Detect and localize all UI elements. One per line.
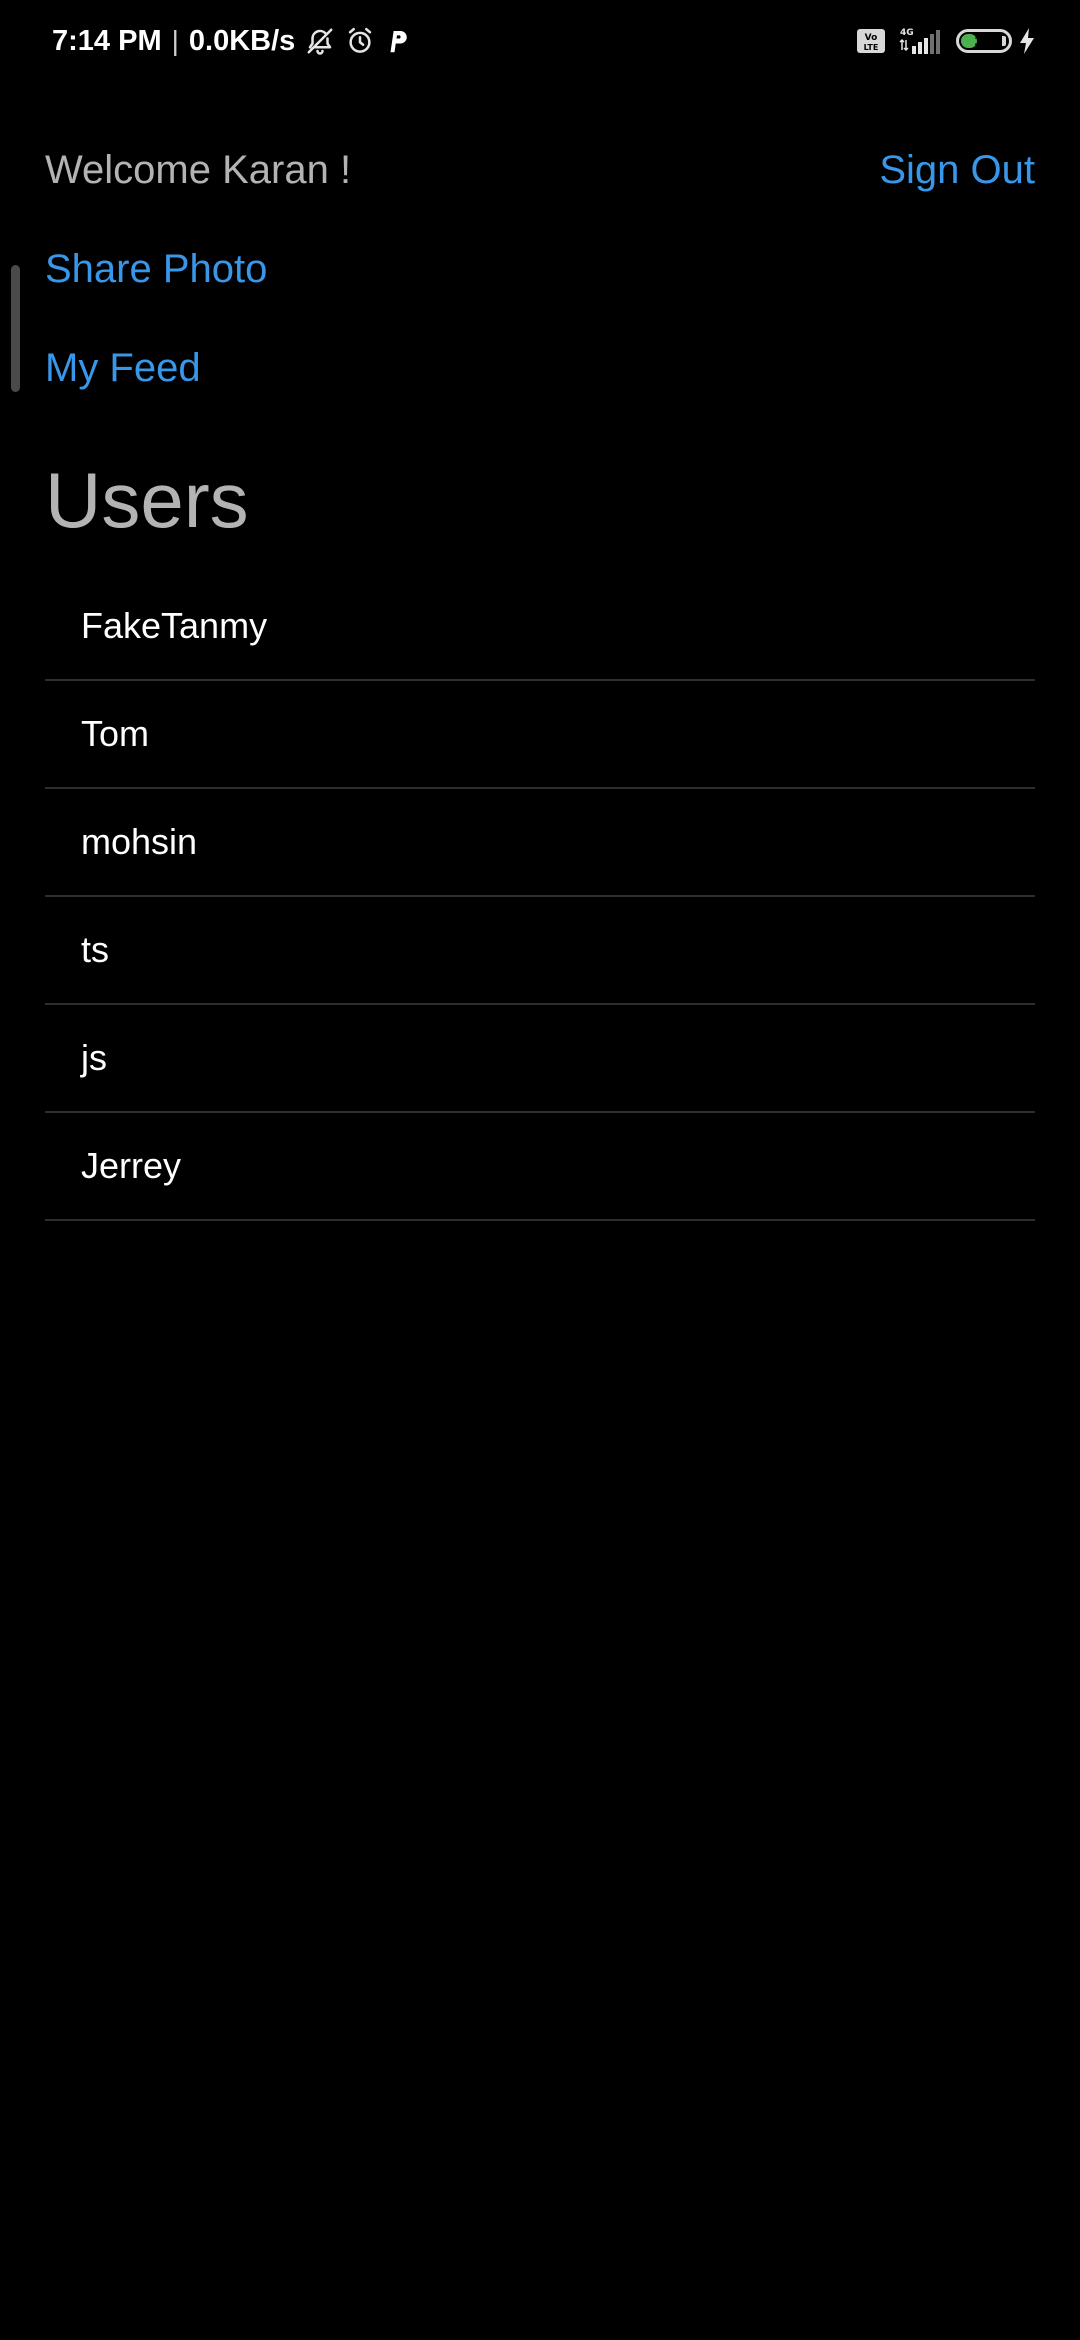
network-type-label: 4G (900, 28, 914, 38)
bell-off-icon (305, 26, 335, 56)
user-list-item[interactable]: Jerrey (45, 1113, 1035, 1221)
svg-text:LTE: LTE (864, 43, 879, 52)
volte-icon: Vo LTE (856, 28, 886, 54)
4g-signal-icon: 4G (898, 26, 944, 56)
user-list-item[interactable]: FakeTanmy (45, 573, 1035, 681)
status-bar: 7:14 PM | 0.0KB/s Vo LTE 4G 39 (0, 0, 1080, 82)
status-time: 7:14 PM (52, 24, 162, 57)
user-list-item[interactable]: Tom (45, 681, 1035, 789)
battery-icon: 39 (956, 29, 1012, 53)
battery-percent: 39 (974, 31, 994, 51)
alarm-clock-icon (345, 26, 375, 56)
scrollbar-thumb[interactable] (11, 265, 20, 392)
network-speed: 0.0KB/s (188, 24, 296, 57)
users-list: FakeTanmy Tom mohsin ts js Jerrey (45, 573, 1035, 1221)
battery-body: 39 (956, 29, 1012, 53)
my-feed-link[interactable]: My Feed (45, 346, 201, 391)
status-separator: | (171, 25, 179, 56)
status-bar-left: 7:14 PM | 0.0KB/s (52, 20, 411, 62)
sign-out-button[interactable]: Sign Out (879, 148, 1035, 193)
welcome-message: Welcome Karan ! (45, 148, 352, 192)
status-bar-right: Vo LTE 4G 39 (856, 20, 1036, 62)
parking-app-icon (385, 26, 411, 56)
users-heading: Users (45, 456, 249, 544)
user-list-item[interactable]: js (45, 1005, 1035, 1113)
user-list-item[interactable]: mohsin (45, 789, 1035, 897)
share-photo-link[interactable]: Share Photo (45, 247, 267, 292)
svg-text:Vo: Vo (865, 33, 878, 43)
user-list-item[interactable]: ts (45, 897, 1035, 1005)
charging-bolt-icon (1018, 27, 1036, 55)
